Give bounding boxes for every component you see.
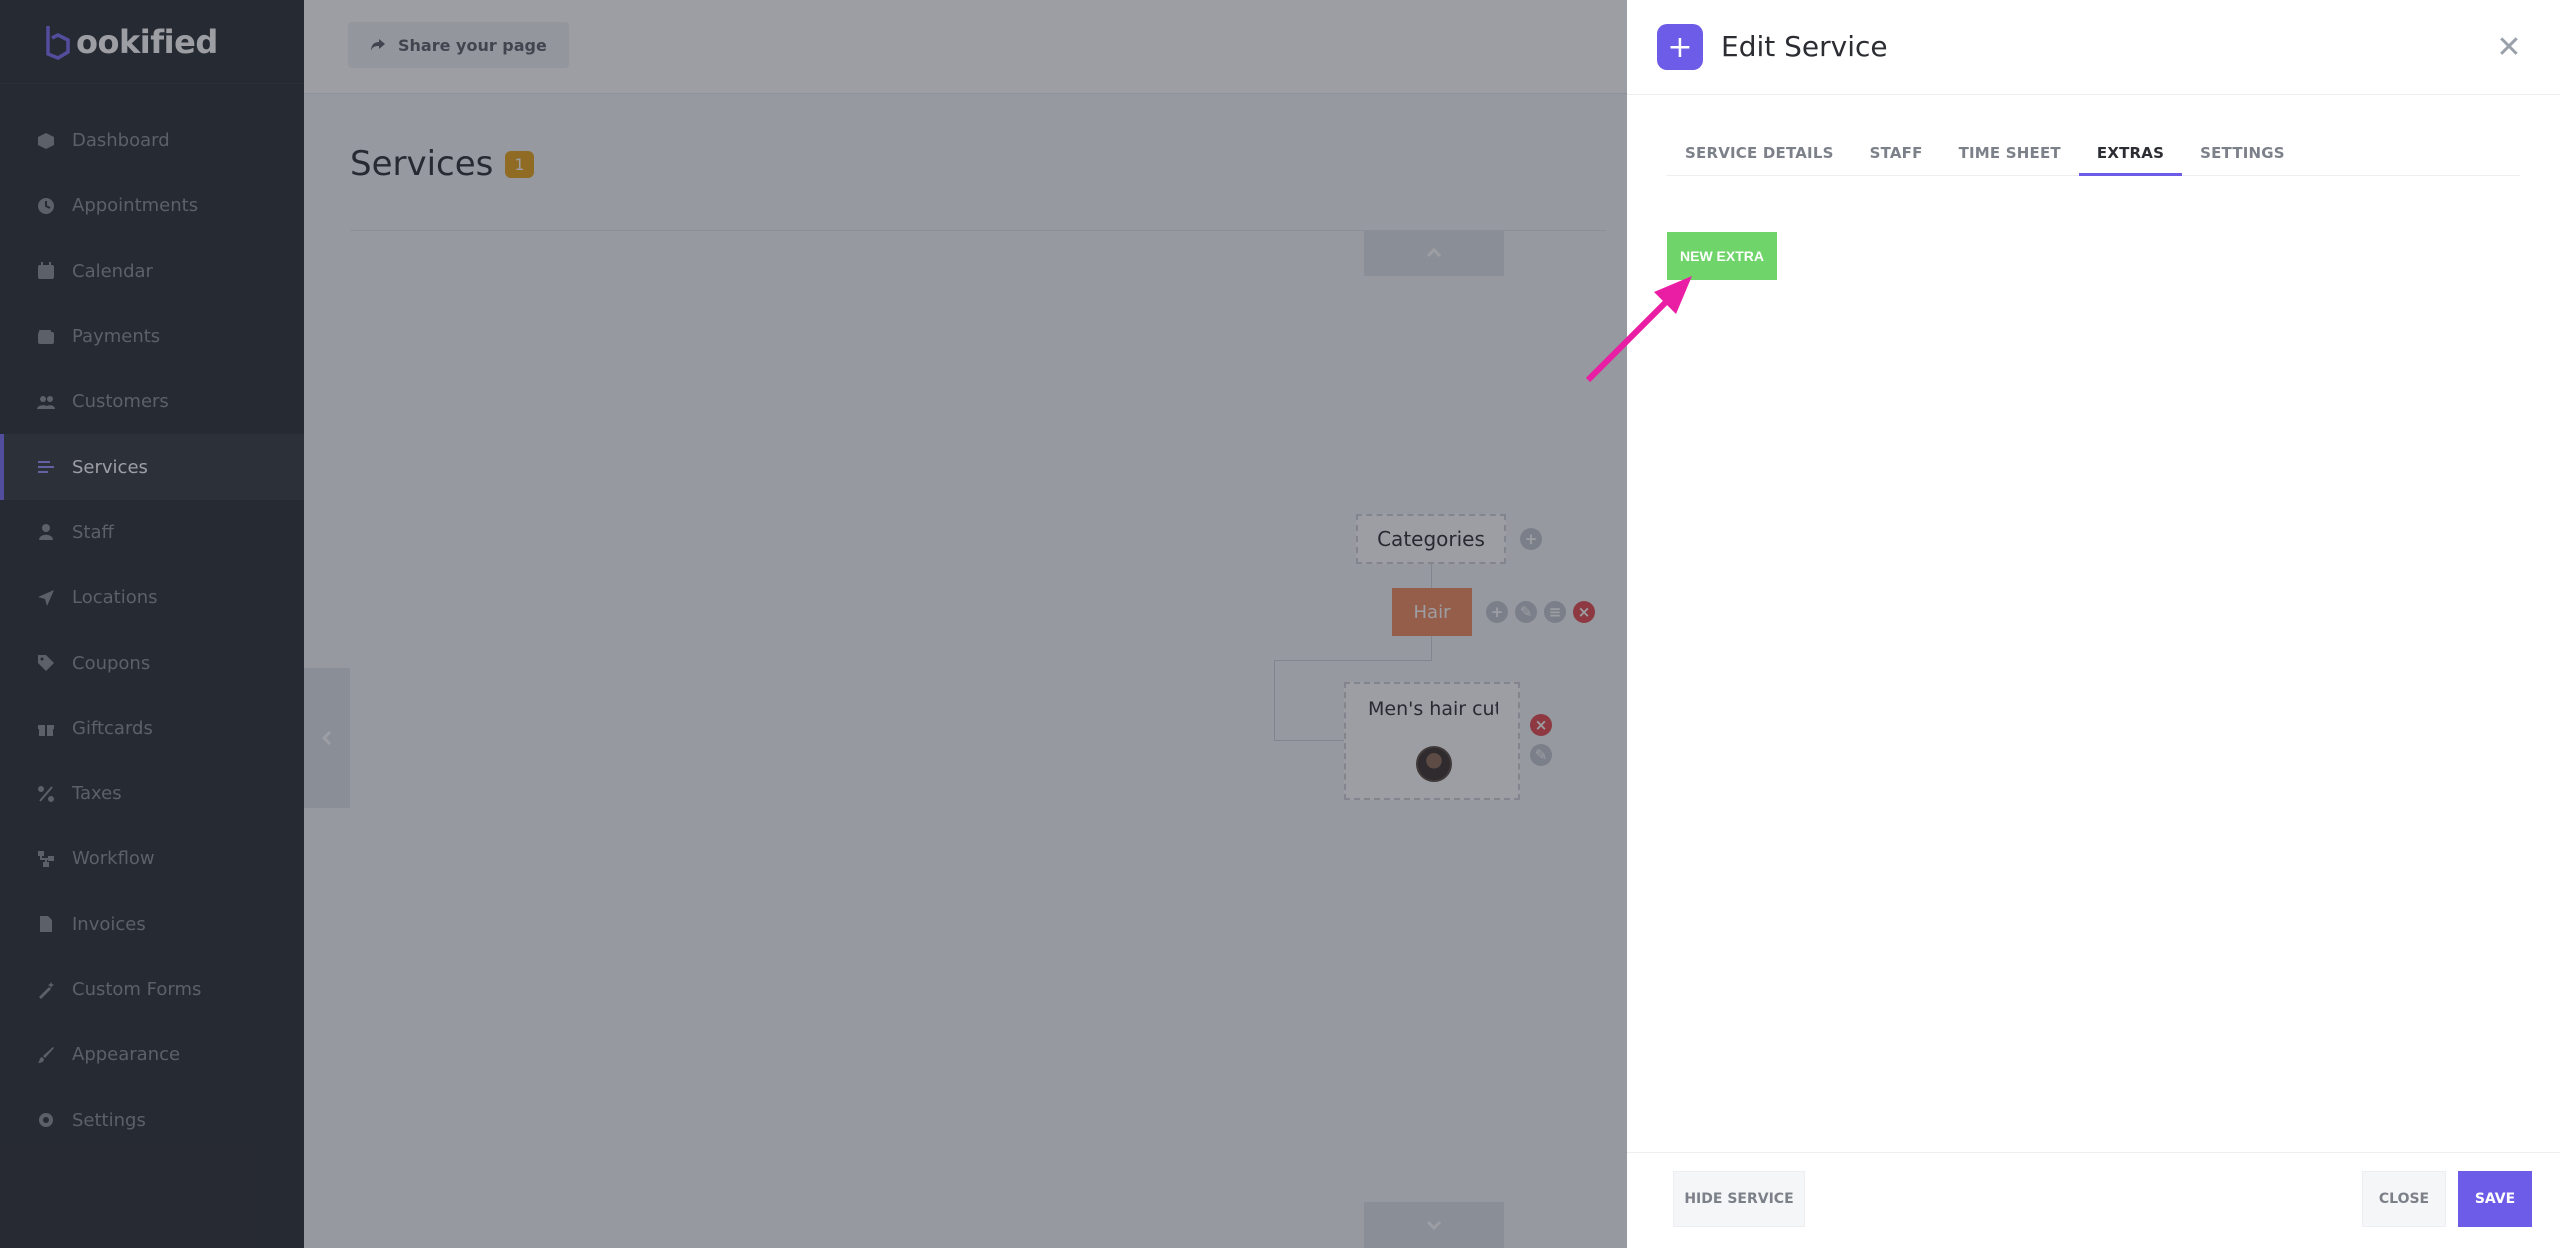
tab-staff[interactable]: STAFF xyxy=(1852,140,1941,176)
edit-service-panel: + Edit Service ✕ SERVICE DETAILS STAFF TIM… xyxy=(1627,0,2560,1248)
save-button[interactable]: SAVE xyxy=(2458,1171,2532,1227)
tab-time-sheet[interactable]: TIME SHEET xyxy=(1941,140,2079,176)
tab-service-details[interactable]: SERVICE DETAILS xyxy=(1667,140,1852,176)
panel-footer: HIDE SERVICE CLOSE SAVE xyxy=(1627,1152,2560,1248)
close-icon[interactable]: ✕ xyxy=(2494,30,2524,65)
panel-header: + Edit Service ✕ xyxy=(1627,0,2560,95)
hide-service-button[interactable]: HIDE SERVICE xyxy=(1673,1171,1805,1227)
annotation-arrow-icon xyxy=(1585,276,1692,383)
modal-backdrop[interactable] xyxy=(0,0,1627,1248)
panel-title: Edit Service xyxy=(1721,30,1888,63)
panel-tabs: SERVICE DETAILS STAFF TIME SHEET EXTRAS SETT… xyxy=(1667,140,2520,176)
tab-extras[interactable]: EXTRAS xyxy=(2078,140,2183,176)
tab-settings[interactable]: SETTINGS xyxy=(2182,140,2303,176)
plus-icon: + xyxy=(1657,24,1703,70)
close-button[interactable]: CLOSE xyxy=(2362,1171,2446,1227)
